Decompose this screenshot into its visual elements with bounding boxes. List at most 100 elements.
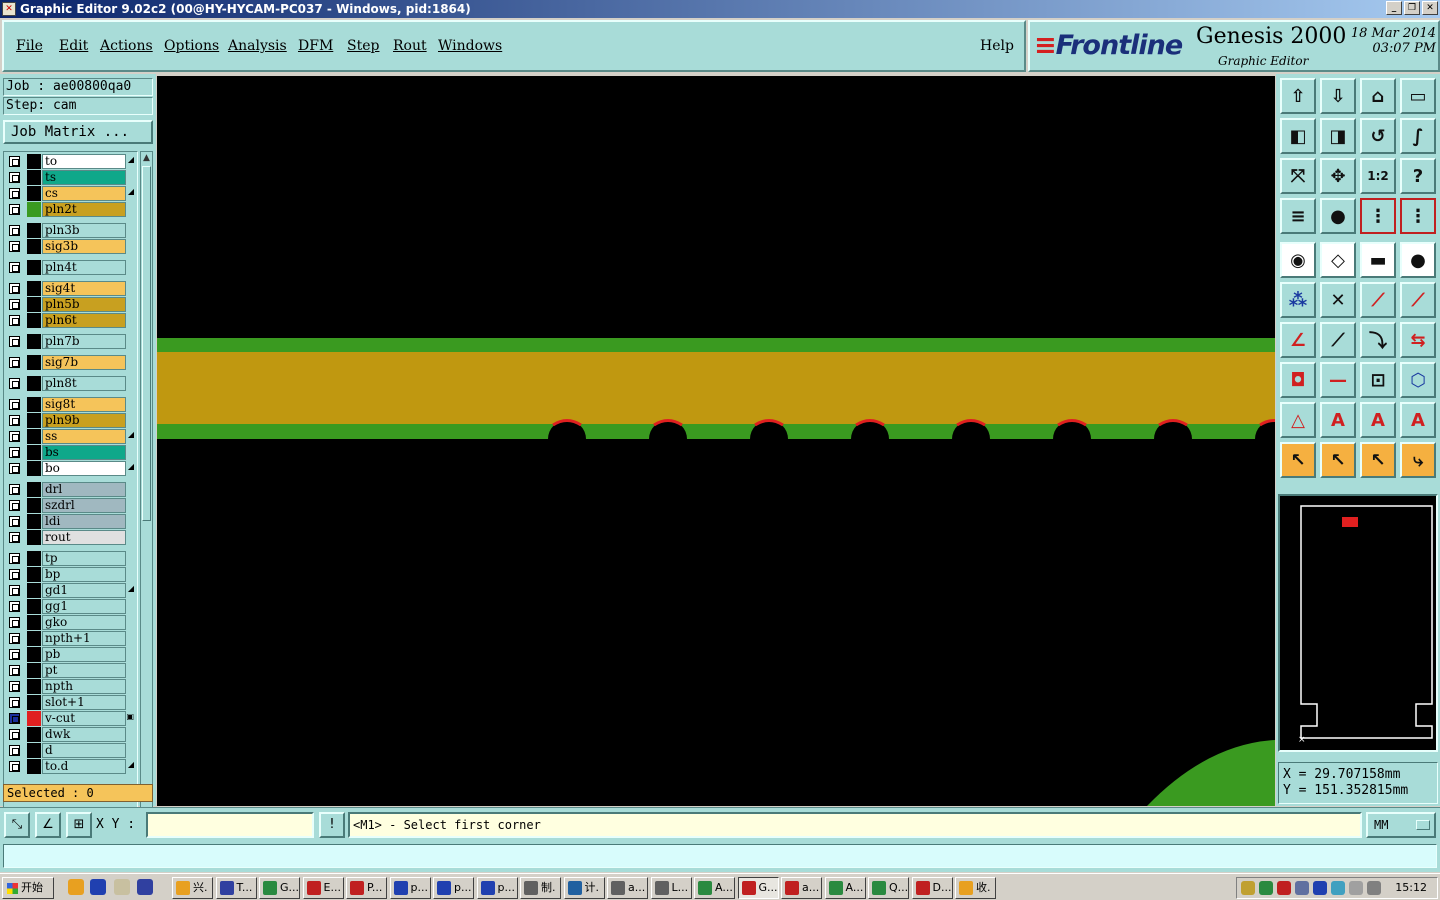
dash-icon[interactable]: — <box>1320 362 1356 398</box>
layer-name[interactable]: to.d <box>42 759 126 774</box>
tray-lang-icon[interactable] <box>1259 881 1273 895</box>
select-arrow-icon[interactable]: ↖ <box>1280 442 1316 478</box>
select-route-icon[interactable]: ⤷ <box>1400 442 1436 478</box>
snake-icon[interactable]: ∫ <box>1400 118 1436 154</box>
layer-color-swatch[interactable] <box>27 551 41 566</box>
layer-color-swatch[interactable] <box>27 498 41 513</box>
layer-checkbox[interactable] <box>9 431 20 442</box>
zoom-fit-icon[interactable]: ⤧ <box>1280 158 1316 194</box>
layers-config-icon[interactable]: ≡ <box>1280 198 1316 234</box>
layer-color-swatch[interactable] <box>27 461 41 476</box>
tray-ch-icon[interactable] <box>1313 881 1327 895</box>
layer-name[interactable]: pln2t <box>42 202 126 217</box>
layer-checkbox[interactable] <box>9 649 20 660</box>
tray-monitor-icon[interactable] <box>1349 881 1363 895</box>
layer-name[interactable]: pln5b <box>42 297 126 312</box>
layer-name[interactable]: npth+1 <box>42 631 126 646</box>
taskbar-button[interactable]: a... <box>607 877 648 899</box>
layer-name[interactable]: bp <box>42 567 126 582</box>
layer-name[interactable]: tp <box>42 551 126 566</box>
layer-color-swatch[interactable] <box>27 583 41 598</box>
layer-color-swatch[interactable] <box>27 599 41 614</box>
layer-name[interactable]: sig3b <box>42 239 126 254</box>
layer-name[interactable]: rout <box>42 530 126 545</box>
layer-checkbox[interactable] <box>9 283 20 294</box>
layer-color-swatch[interactable] <box>27 202 41 217</box>
layer-row-npth[interactable]: npth <box>6 679 136 694</box>
taskbar-button[interactable]: E... <box>302 877 344 899</box>
layer-row-bo[interactable]: bo ◢ <box>6 461 136 476</box>
dim-icon[interactable]: ⊡ <box>1360 362 1396 398</box>
layer-name[interactable]: sig4t <box>42 281 126 296</box>
menu-dfm[interactable]: DFM <box>298 38 333 54</box>
layer-row-slot+1[interactable]: slot+1 <box>6 695 136 710</box>
layer-checkbox[interactable] <box>9 516 20 527</box>
triangle-a2-icon[interactable]: A <box>1360 402 1396 438</box>
layer-color-swatch[interactable] <box>27 429 41 444</box>
taskbar-button[interactable]: L... <box>650 877 692 899</box>
home-up-icon[interactable]: ⇧ <box>1280 78 1316 114</box>
layer-checkbox[interactable] <box>9 241 20 252</box>
menu-rout[interactable]: Rout <box>393 38 427 54</box>
layer-name[interactable]: bs <box>42 445 126 460</box>
layer-color-swatch[interactable] <box>27 759 41 774</box>
taskbar-button[interactable]: A... <box>694 877 735 899</box>
layer-color-swatch[interactable] <box>27 297 41 312</box>
select-poly-icon[interactable]: ↖ <box>1360 442 1396 478</box>
pan-left-icon[interactable]: ◧ <box>1280 118 1316 154</box>
layer-name[interactable]: gko <box>42 615 126 630</box>
layer-color-swatch[interactable] <box>27 281 41 296</box>
net-icon[interactable]: ⋮ <box>1360 198 1396 234</box>
layer-checkbox[interactable] <box>9 697 20 708</box>
layer-color-swatch[interactable] <box>27 355 41 370</box>
rotate-icon[interactable]: ↺ <box>1360 118 1396 154</box>
layer-name[interactable]: gg1 <box>42 599 126 614</box>
dropdown-icon[interactable] <box>1416 820 1430 830</box>
home-icon[interactable]: ⌂ <box>1360 78 1396 114</box>
angle-icon[interactable]: ∠ <box>1280 322 1316 358</box>
taskbar-button[interactable]: A... <box>824 877 866 899</box>
layer-name[interactable]: pln3b <box>42 223 126 238</box>
layer-name[interactable]: gd1 <box>42 583 126 598</box>
line-red-icon[interactable]: ⟋ <box>1360 282 1396 318</box>
layer-name[interactable]: slot+1 <box>42 695 126 710</box>
layer-row-pln8t[interactable]: pln8t <box>6 376 136 391</box>
info-button[interactable]: ! <box>319 812 345 838</box>
taskbar-button[interactable]: P... <box>346 877 387 899</box>
layer-color-swatch[interactable] <box>27 239 41 254</box>
layer-name[interactable]: drl <box>42 482 126 497</box>
tray-mail-icon[interactable] <box>1367 881 1381 895</box>
layer-checkbox[interactable] <box>9 336 20 347</box>
angle-snap-icon[interactable]: ∠ <box>35 812 61 838</box>
quicklaunch-ie-icon[interactable] <box>90 879 106 895</box>
tray-pen-icon[interactable] <box>1241 881 1255 895</box>
restore-button[interactable]: ❐ <box>1404 1 1420 15</box>
layer-row-v-cut[interactable]: v-cut ▣ <box>6 711 136 726</box>
taskbar-button[interactable]: p... <box>433 877 474 899</box>
xy-input[interactable] <box>146 812 314 838</box>
quicklaunch-save-icon[interactable] <box>137 879 153 895</box>
taskbar-button[interactable]: 制. <box>520 877 561 899</box>
menu-options[interactable]: Options <box>164 38 219 54</box>
taskbar-button[interactable]: a... <box>781 877 822 899</box>
scroll-up-icon[interactable]: ▲ <box>141 152 152 164</box>
layer-color-swatch[interactable] <box>27 397 41 412</box>
layer-name[interactable]: ldi <box>42 514 126 529</box>
layer-row-pln6t[interactable]: pln6t <box>6 313 136 328</box>
layer-row-pln7b[interactable]: pln7b <box>6 334 136 349</box>
triangle-a-icon[interactable]: A <box>1320 402 1356 438</box>
layer-row-pb[interactable]: pb <box>6 647 136 662</box>
layer-color-swatch[interactable] <box>27 482 41 497</box>
job-matrix-button[interactable]: Job Matrix ... <box>3 120 153 144</box>
menu-file[interactable]: File <box>16 38 43 54</box>
layer-checkbox[interactable] <box>9 601 20 612</box>
layer-checkbox[interactable] <box>9 761 20 772</box>
slope-icon[interactable]: ⟋ <box>1320 322 1356 358</box>
layer-row-pln3b[interactable]: pln3b <box>6 223 136 238</box>
layer-color-swatch[interactable] <box>27 186 41 201</box>
layer-row-pln5b[interactable]: pln5b <box>6 297 136 312</box>
layer-checkbox[interactable] <box>9 299 20 310</box>
layer-row-ts[interactable]: ts <box>6 170 136 185</box>
layer-row-ss[interactable]: ss ◢ <box>6 429 136 444</box>
taskbar-button[interactable]: p... <box>389 877 431 899</box>
